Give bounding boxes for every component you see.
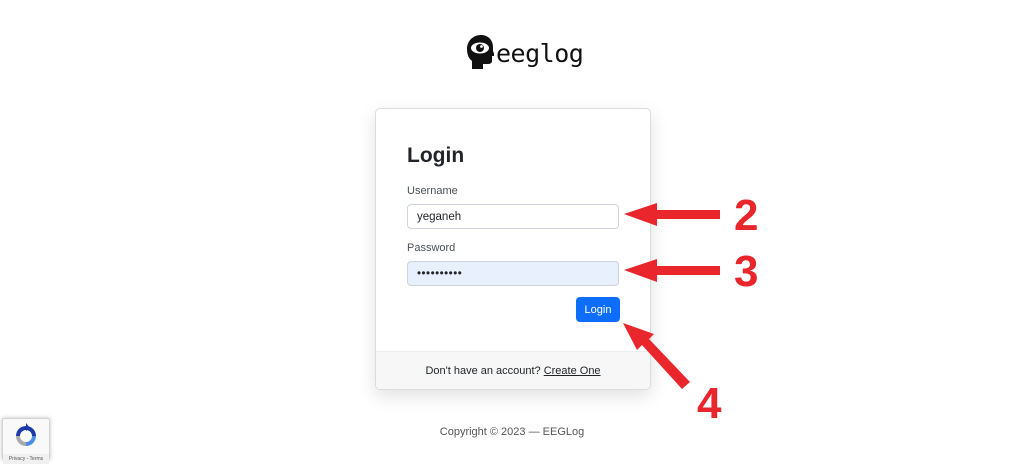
recaptcha-icon [13,423,39,454]
annotation-label-4: 4 [697,379,722,428]
annotation-arrow-4 [623,323,690,389]
annotation-overlay [623,203,720,389]
annotation-arrow-2 [624,203,720,226]
annotation-label-3: 3 [734,247,759,296]
recaptcha-footer[interactable]: Privacy - Terms [3,454,49,464]
annotation-label-2: 2 [734,191,759,240]
recaptcha-badge[interactable]: Privacy - Terms [2,418,50,464]
login-page: eeglog Login Username Password Login Don… [0,0,1024,466]
annotation-arrow-3 [624,259,720,282]
